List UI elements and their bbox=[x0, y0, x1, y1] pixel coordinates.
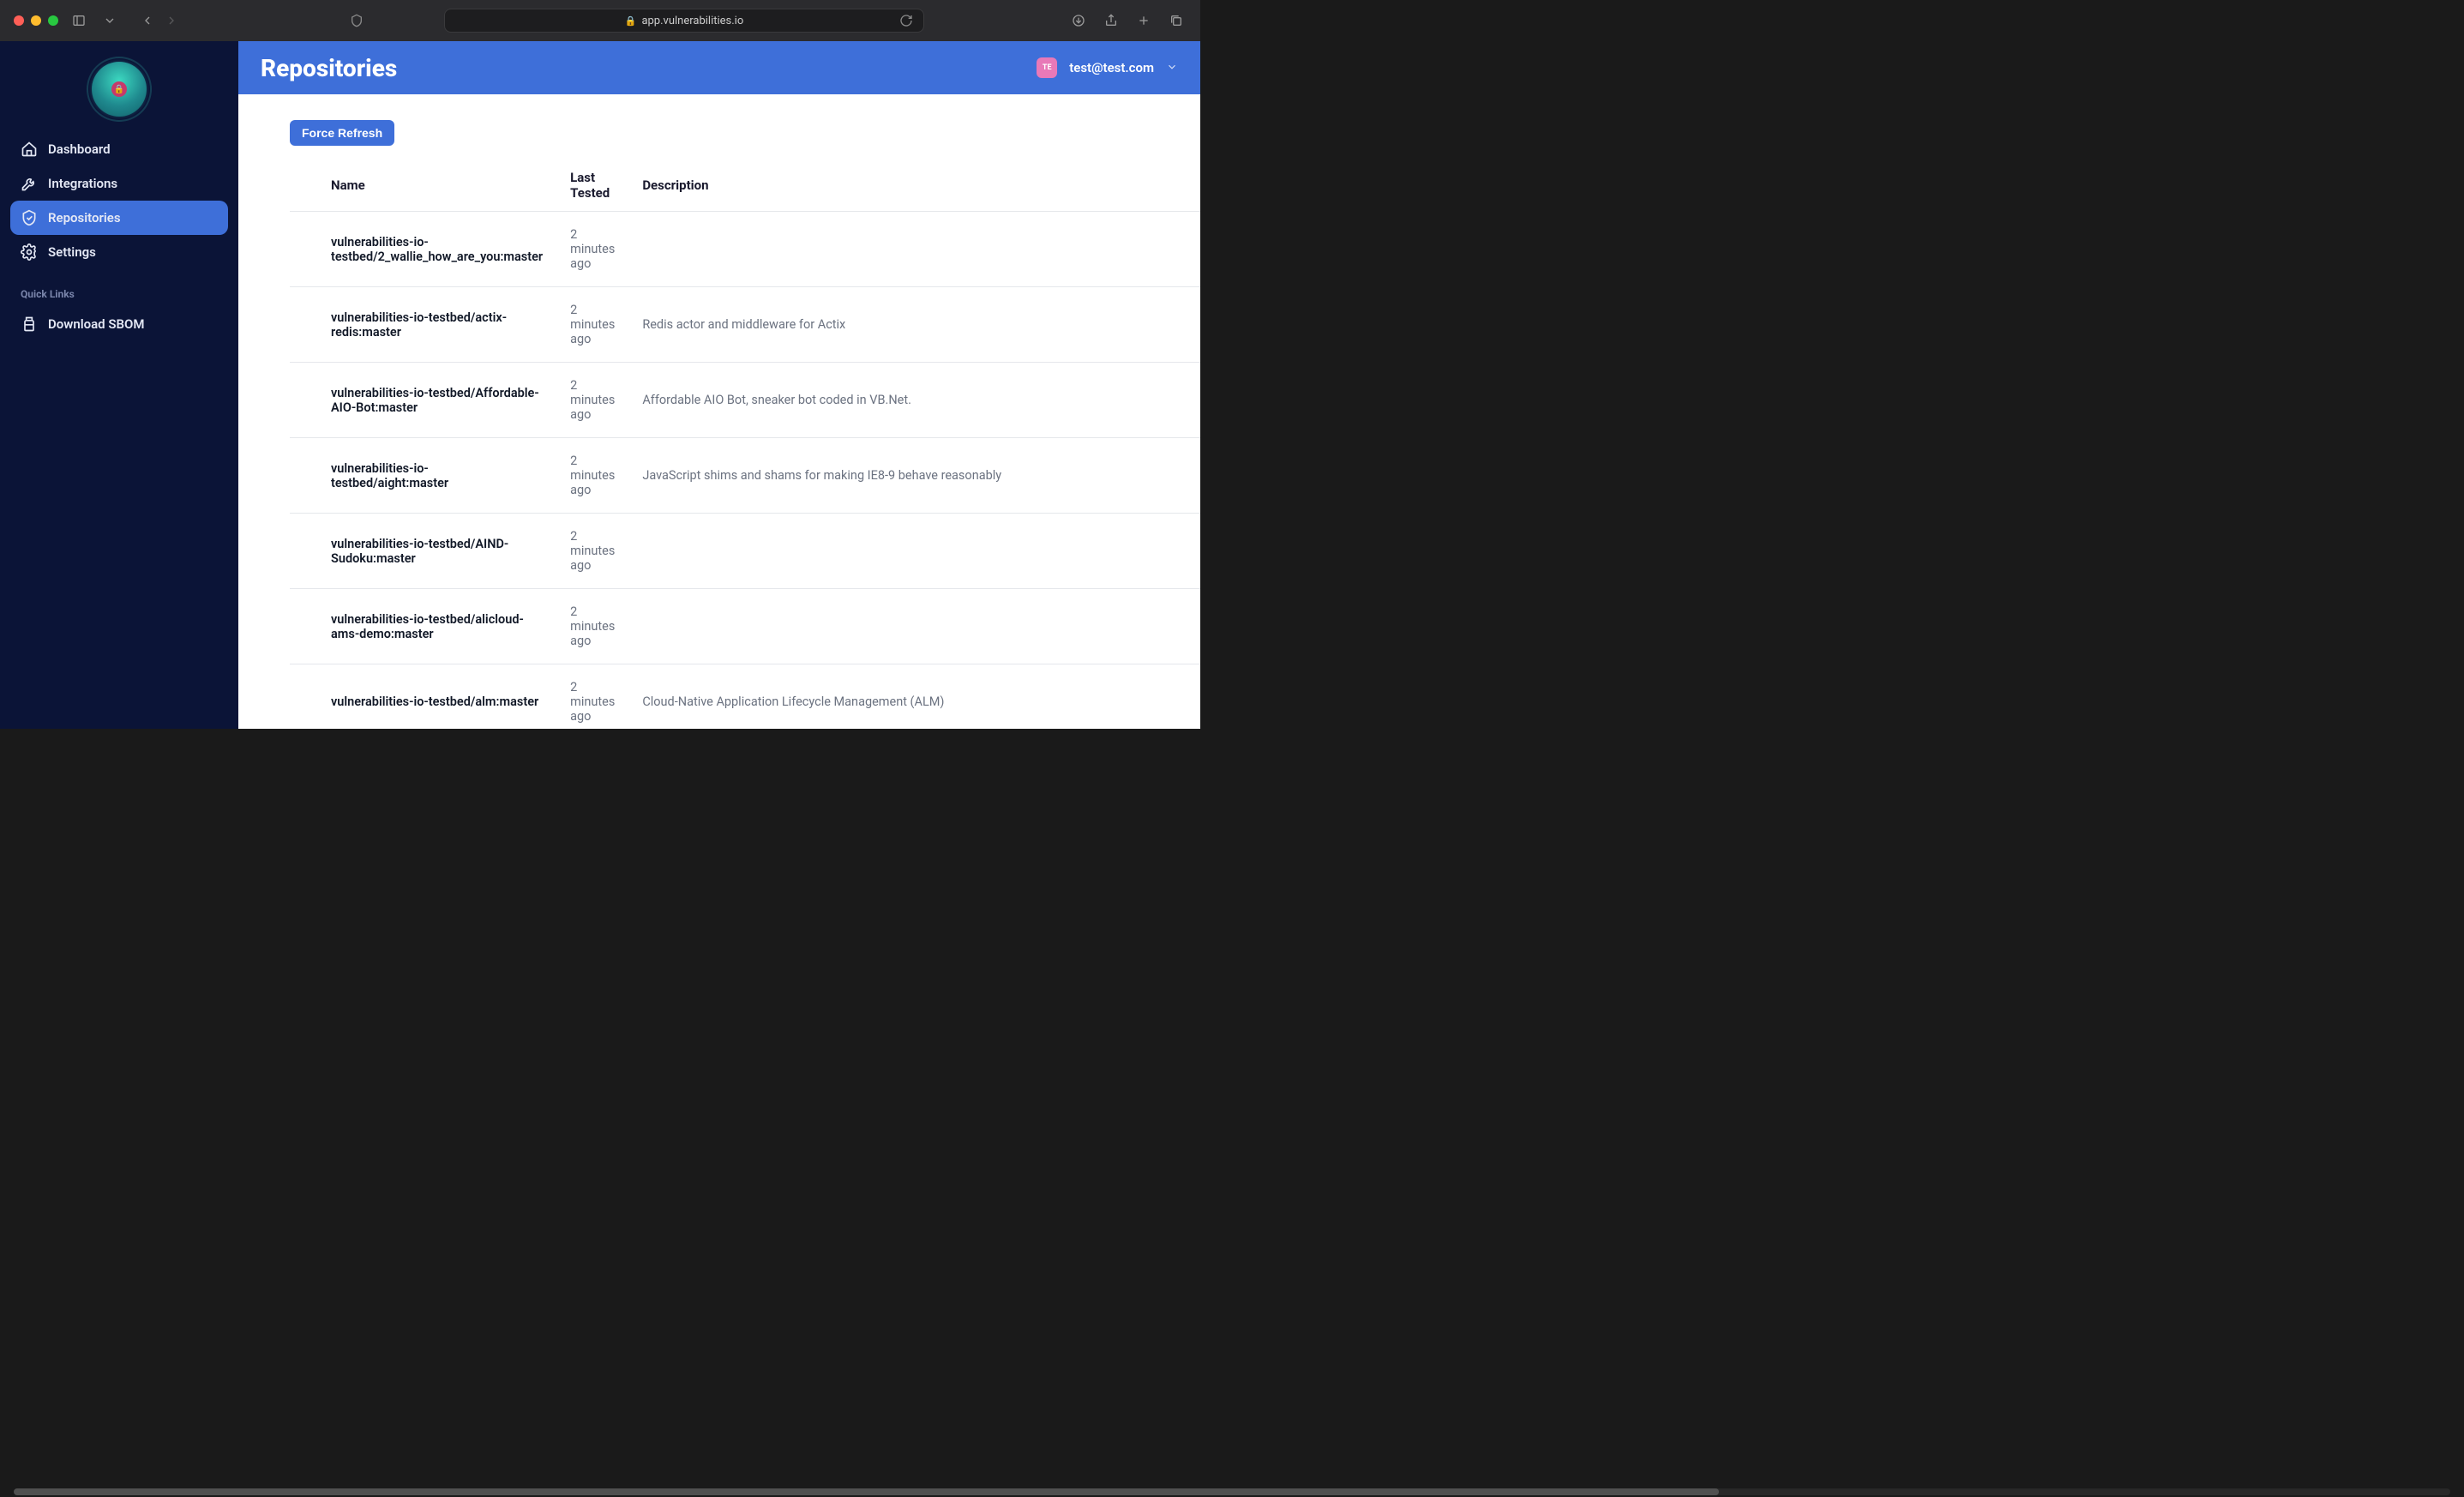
table-row[interactable]: vulnerabilities-io-testbed/actix-redis:m… bbox=[290, 287, 1200, 363]
sidebar-label: Integrations bbox=[48, 176, 117, 191]
repo-description bbox=[628, 589, 1200, 664]
table-row[interactable]: vulnerabilities-io-testbed/2_wallie_how_… bbox=[290, 212, 1200, 287]
new-tab-icon[interactable] bbox=[1133, 10, 1154, 31]
lock-icon: 🔒 bbox=[111, 81, 127, 97]
back-button[interactable] bbox=[137, 10, 158, 31]
column-header-name[interactable]: Name bbox=[290, 161, 556, 212]
sidebar-item-integrations[interactable]: Integrations bbox=[10, 166, 228, 201]
avatar: TE bbox=[1037, 57, 1057, 78]
printer-icon bbox=[21, 316, 38, 333]
content-area: Force Refresh Name Last Tested Descripti… bbox=[238, 94, 1200, 729]
url-bar[interactable]: 🔒 app.vulnerabilities.io bbox=[444, 9, 924, 33]
repo-last-tested: 2 minutes ago bbox=[556, 363, 628, 438]
downloads-icon[interactable] bbox=[1068, 10, 1089, 31]
repo-description: Cloud-Native Application Lifecycle Manag… bbox=[628, 664, 1200, 730]
quick-link-download-sbom[interactable]: Download SBOM bbox=[10, 307, 228, 341]
sidebar-item-repositories[interactable]: Repositories bbox=[10, 201, 228, 235]
repo-last-tested: 2 minutes ago bbox=[556, 438, 628, 514]
repo-last-tested: 2 minutes ago bbox=[556, 287, 628, 363]
table-row[interactable]: vulnerabilities-io-testbed/Affordable-AI… bbox=[290, 363, 1200, 438]
repositories-table: Name Last Tested Description vulnerabili… bbox=[290, 161, 1200, 729]
repo-description: Redis actor and middleware for Actix bbox=[628, 287, 1200, 363]
scrollbar-thumb[interactable] bbox=[14, 1488, 1719, 1495]
repo-description: JavaScript shims and shams for making IE… bbox=[628, 438, 1200, 514]
table-row[interactable]: vulnerabilities-io-testbed/AIND-Sudoku:m… bbox=[290, 514, 1200, 589]
shield-check-icon bbox=[21, 209, 38, 226]
force-refresh-button[interactable]: Force Refresh bbox=[290, 120, 394, 146]
sidebar: 🔒 Dashboard Integrations Repositories Se… bbox=[0, 41, 238, 729]
tools-icon bbox=[21, 175, 38, 192]
sidebar-label: Dashboard bbox=[48, 141, 111, 157]
table-row[interactable]: vulnerabilities-io-testbed/aight:master2… bbox=[290, 438, 1200, 514]
repo-name: vulnerabilities-io-testbed/actix-redis:m… bbox=[290, 287, 556, 363]
column-header-last-tested[interactable]: Last Tested bbox=[556, 161, 628, 212]
repo-name: vulnerabilities-io-testbed/AIND-Sudoku:m… bbox=[290, 514, 556, 589]
repo-name: vulnerabilities-io-testbed/alm:master bbox=[290, 664, 556, 730]
topbar: Repositories TE test@test.com bbox=[238, 41, 1200, 94]
forward-button[interactable] bbox=[161, 10, 182, 31]
repo-name: vulnerabilities-io-testbed/alicloud-ams-… bbox=[290, 589, 556, 664]
window-close-button[interactable] bbox=[14, 15, 24, 26]
sidebar-item-dashboard[interactable]: Dashboard bbox=[10, 132, 228, 166]
privacy-shield-icon[interactable] bbox=[346, 10, 367, 31]
repo-last-tested: 2 minutes ago bbox=[556, 589, 628, 664]
browser-chrome: 🔒 app.vulnerabilities.io bbox=[0, 0, 1200, 41]
sidebar-item-settings[interactable]: Settings bbox=[10, 235, 228, 269]
repo-name: vulnerabilities-io-testbed/aight:master bbox=[290, 438, 556, 514]
page-title: Repositories bbox=[261, 54, 397, 82]
quick-links-heading: Quick Links bbox=[10, 269, 228, 307]
repo-description bbox=[628, 212, 1200, 287]
window-minimize-button[interactable] bbox=[31, 15, 41, 26]
chevron-down-icon bbox=[1166, 60, 1178, 76]
table-row[interactable]: vulnerabilities-io-testbed/alm:master2 m… bbox=[290, 664, 1200, 730]
repo-name: vulnerabilities-io-testbed/2_wallie_how_… bbox=[290, 212, 556, 287]
home-icon bbox=[21, 141, 38, 158]
chevron-down-icon[interactable] bbox=[99, 10, 120, 31]
repo-description bbox=[628, 514, 1200, 589]
lock-icon: 🔒 bbox=[625, 15, 637, 27]
sidebar-toggle-icon[interactable] bbox=[69, 10, 89, 31]
quick-link-label: Download SBOM bbox=[48, 316, 144, 332]
repo-description: Affordable AIO Bot, sneaker bot coded in… bbox=[628, 363, 1200, 438]
user-menu[interactable]: TE test@test.com bbox=[1037, 57, 1178, 78]
window-maximize-button[interactable] bbox=[48, 15, 58, 26]
reload-icon[interactable] bbox=[896, 10, 916, 31]
user-email: test@test.com bbox=[1069, 60, 1154, 75]
repo-last-tested: 2 minutes ago bbox=[556, 664, 628, 730]
table-row[interactable]: vulnerabilities-io-testbed/alicloud-ams-… bbox=[290, 589, 1200, 664]
app-logo: 🔒 bbox=[10, 55, 228, 132]
sidebar-label: Settings bbox=[48, 244, 96, 260]
repo-last-tested: 2 minutes ago bbox=[556, 514, 628, 589]
gear-icon bbox=[21, 243, 38, 261]
repo-name: vulnerabilities-io-testbed/Affordable-AI… bbox=[290, 363, 556, 438]
tabs-icon[interactable] bbox=[1166, 10, 1187, 31]
window-controls bbox=[14, 15, 58, 26]
column-header-description[interactable]: Description bbox=[628, 161, 1200, 212]
sidebar-label: Repositories bbox=[48, 210, 121, 225]
horizontal-scrollbar[interactable] bbox=[14, 1488, 2450, 1495]
repo-last-tested: 2 minutes ago bbox=[556, 212, 628, 287]
url-text: app.vulnerabilities.io bbox=[641, 15, 743, 27]
share-icon[interactable] bbox=[1101, 10, 1121, 31]
